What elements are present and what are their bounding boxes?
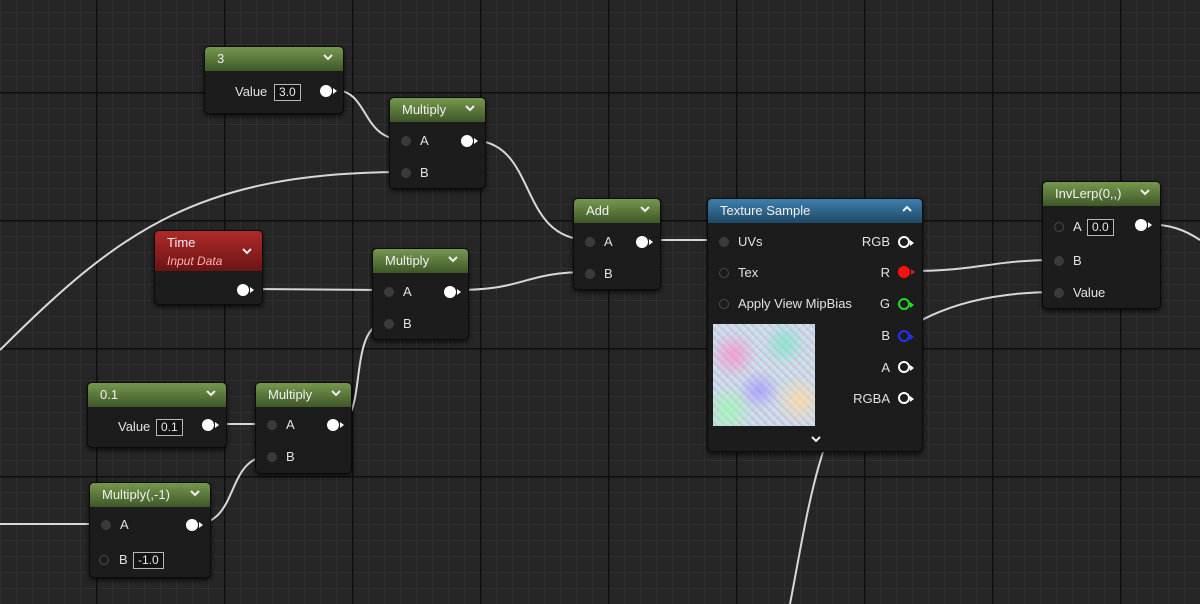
value-label: Value [118, 419, 151, 434]
input-pin-b[interactable] [267, 452, 277, 462]
input-pin-a[interactable] [101, 520, 111, 530]
pin-b-label: B [403, 316, 412, 331]
chevron-up-icon[interactable] [900, 202, 914, 216]
value-field[interactable]: 3.0 [274, 84, 301, 101]
chevron-down-icon[interactable] [321, 50, 335, 64]
chevron-down-icon[interactable] [188, 486, 202, 500]
output-pin[interactable] [186, 519, 203, 531]
output-pin[interactable] [1135, 219, 1152, 231]
input-pin-a[interactable] [401, 136, 411, 146]
input-label-tex: Tex [738, 265, 759, 280]
multiply-node-1[interactable]: Multiply A B [389, 97, 486, 189]
input-pin-b[interactable] [99, 555, 109, 565]
multiply-node-2[interactable]: Multiply A B [372, 248, 469, 340]
pin-a-label: A [1073, 219, 1082, 234]
chevron-down-icon[interactable] [463, 101, 477, 115]
pin-b-label: B [1073, 253, 1082, 268]
output-label-r: R [880, 265, 890, 280]
output-pin[interactable] [327, 419, 344, 431]
output-label-b: B [881, 328, 890, 343]
chevron-down-icon[interactable] [204, 386, 218, 400]
invlerp-node[interactable]: InvLerp(0,,) A 0.0 B Value [1042, 181, 1161, 309]
chevron-down-icon[interactable] [240, 244, 254, 258]
node-title-text: Time [167, 235, 196, 250]
input-pin-a[interactable] [384, 287, 394, 297]
add-node[interactable]: Add A B [573, 198, 661, 290]
output-pin-b[interactable] [898, 330, 914, 342]
output-pin-rgb[interactable] [898, 236, 914, 248]
value-field[interactable]: 0.1 [156, 419, 183, 436]
texture-sample-node[interactable]: Texture Sample UVs Tex Apply View MipBia… [707, 198, 923, 452]
chevron-down-icon[interactable] [329, 386, 343, 400]
output-pin[interactable] [636, 236, 653, 248]
input-pin-value[interactable] [1054, 288, 1064, 298]
pin-b-label: B [119, 552, 128, 567]
pin-a-label: A [286, 417, 295, 432]
value-label: Value [235, 84, 268, 99]
pin-b-value-field[interactable]: -1.0 [133, 552, 164, 569]
input-pin-uvs[interactable] [719, 237, 729, 247]
input-pin-tex[interactable] [719, 268, 729, 278]
pin-b-label: B [286, 449, 295, 464]
output-label-rgb: RGB [861, 234, 890, 249]
pin-a-label: A [403, 284, 412, 299]
input-pin-a[interactable] [585, 237, 595, 247]
input-pin-b[interactable] [1054, 256, 1064, 266]
output-pin[interactable] [461, 135, 478, 147]
pin-a-label: A [420, 133, 429, 148]
pin-b-label: B [420, 165, 429, 180]
input-label-apply-view-mipbias: Apply View MipBias [738, 296, 852, 311]
input-pin-apply-view-mipbias[interactable] [719, 299, 729, 309]
input-pin-b[interactable] [401, 168, 411, 178]
chevron-down-icon[interactable] [638, 202, 652, 216]
constant-node-0-1[interactable]: 0.1 Value 0.1 [87, 382, 227, 448]
wire-multiply1-to-add-a [469, 139, 591, 241]
input-pin-a[interactable] [267, 420, 277, 430]
input-pin-b[interactable] [384, 319, 394, 329]
constant-node-3[interactable]: 3 Value 3.0 [204, 46, 344, 114]
pin-value-label: Value [1073, 285, 1106, 300]
node-subtitle: Input Data [167, 254, 223, 268]
time-node[interactable]: Time Input Data [154, 230, 263, 305]
chevron-down-icon[interactable] [1138, 185, 1152, 199]
wire-multiply2-to-add-b [453, 271, 591, 291]
input-pin-a[interactable] [1054, 222, 1064, 232]
pin-a-value-field[interactable]: 0.0 [1087, 219, 1114, 236]
chevron-down-icon[interactable] [446, 252, 460, 266]
output-label-rgba: RGBA [853, 391, 890, 406]
input-pin-b[interactable] [585, 269, 595, 279]
output-pin[interactable] [444, 286, 461, 298]
output-label-a: A [881, 360, 890, 375]
chevron-down-icon[interactable] [809, 432, 823, 446]
node-title[interactable]: Texture Sample [708, 199, 922, 223]
output-pin[interactable] [202, 419, 219, 431]
output-pin-rgba[interactable] [898, 392, 914, 404]
output-label-g: G [879, 296, 890, 311]
pin-a-label: A [604, 234, 613, 249]
wire-r-to-invlerp-b [909, 259, 1058, 272]
output-pin-r[interactable] [898, 266, 915, 278]
output-pin[interactable] [320, 85, 337, 97]
wire-time-to-multiply2-a [251, 288, 389, 291]
texture-preview [713, 324, 815, 426]
multiply-negative-node[interactable]: Multiply(,-1) A B -1.0 [89, 482, 211, 578]
multiply-node-3[interactable]: Multiply A B [255, 382, 352, 474]
output-pin[interactable] [237, 284, 254, 296]
output-pin-a[interactable] [898, 361, 914, 373]
pin-a-label: A [120, 517, 129, 532]
input-label-uvs: UVs [738, 234, 763, 249]
output-pin-g[interactable] [898, 298, 914, 310]
pin-b-label: B [604, 266, 613, 281]
